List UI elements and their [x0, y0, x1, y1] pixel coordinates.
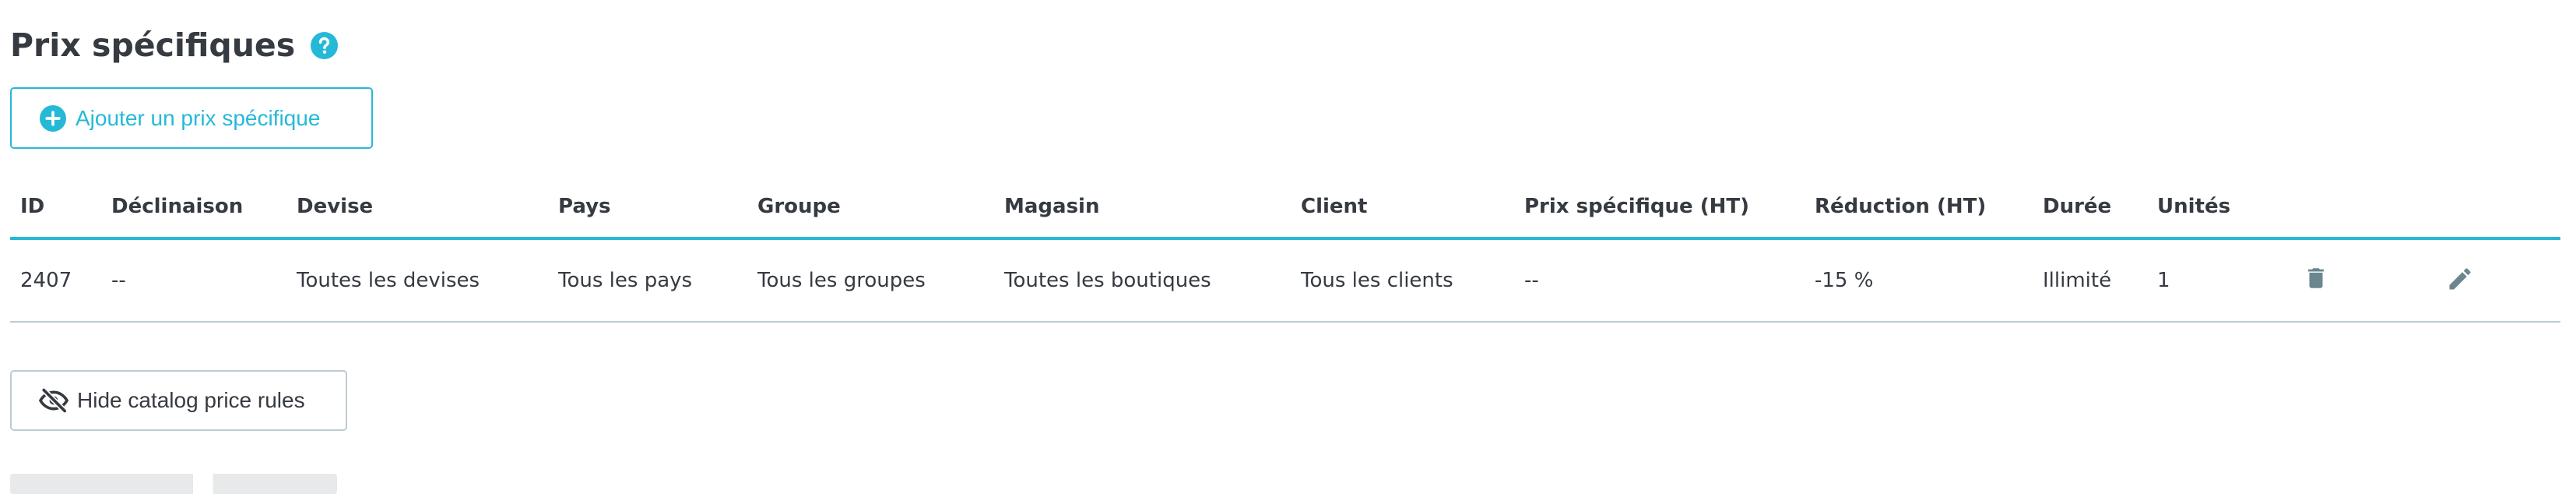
column-header-devise: Devise	[286, 176, 548, 240]
column-header-prix: Prix spécifique (HT)	[1514, 176, 1805, 240]
cell-declinaison: --	[101, 238, 286, 323]
eye-slash-icon	[38, 387, 69, 414]
hide-catalog-price-rules-label: Hide catalog price rules	[77, 388, 305, 412]
section-header: Prix spécifiques	[10, 23, 339, 67]
cell-delete	[2292, 238, 2436, 323]
hide-catalog-price-rules-button[interactable]: Hide catalog price rules	[10, 370, 347, 431]
cell-id: 2407	[10, 238, 101, 323]
column-header-edit	[2436, 176, 2560, 240]
column-header-declinaison: Déclinaison	[101, 176, 286, 240]
table-header-row: ID Déclinaison Devise Pays Groupe Magasi…	[10, 176, 2560, 240]
column-header-unites: Unités	[2147, 176, 2292, 240]
cell-edit	[2436, 238, 2560, 323]
table-row: 2407 -- Toutes les devises Tous les pays…	[10, 238, 2560, 323]
column-header-duree: Durée	[2033, 176, 2147, 240]
cell-client: Tous les clients	[1291, 238, 1514, 323]
cell-prix: --	[1514, 238, 1805, 323]
cell-unites: 1	[2147, 238, 2292, 323]
column-header-delete	[2292, 176, 2436, 240]
next-section-title-cropped	[10, 474, 337, 494]
specific-prices-table: ID Déclinaison Devise Pays Groupe Magasi…	[10, 176, 2560, 323]
cell-reduction: -15 %	[1805, 238, 2033, 323]
specific-prices-panel: Prix spécifiques Ajouter un prix spécifi…	[0, 0, 2576, 494]
add-specific-price-button[interactable]: Ajouter un prix spécifique	[10, 87, 373, 149]
section-title: Prix spécifiques	[10, 26, 296, 64]
cell-magasin: Toutes les boutiques	[994, 238, 1291, 323]
column-header-pays: Pays	[548, 176, 747, 240]
column-header-magasin: Magasin	[994, 176, 1291, 240]
cell-duree: Illimité	[2033, 238, 2147, 323]
column-header-client: Client	[1291, 176, 1514, 240]
cell-groupe: Tous les groupes	[747, 238, 994, 323]
cell-pays: Tous les pays	[548, 238, 747, 323]
column-header-id: ID	[10, 176, 101, 240]
trash-icon[interactable]	[2302, 263, 2330, 294]
question-circle-icon[interactable]	[311, 31, 339, 59]
pencil-icon[interactable]	[2446, 263, 2474, 295]
cell-devise: Toutes les devises	[286, 238, 548, 323]
plus-circle-icon	[40, 104, 66, 132]
column-header-groupe: Groupe	[747, 176, 994, 240]
column-header-reduction: Réduction (HT)	[1805, 176, 2033, 240]
add-specific-price-label: Ajouter un prix spécifique	[76, 105, 321, 130]
